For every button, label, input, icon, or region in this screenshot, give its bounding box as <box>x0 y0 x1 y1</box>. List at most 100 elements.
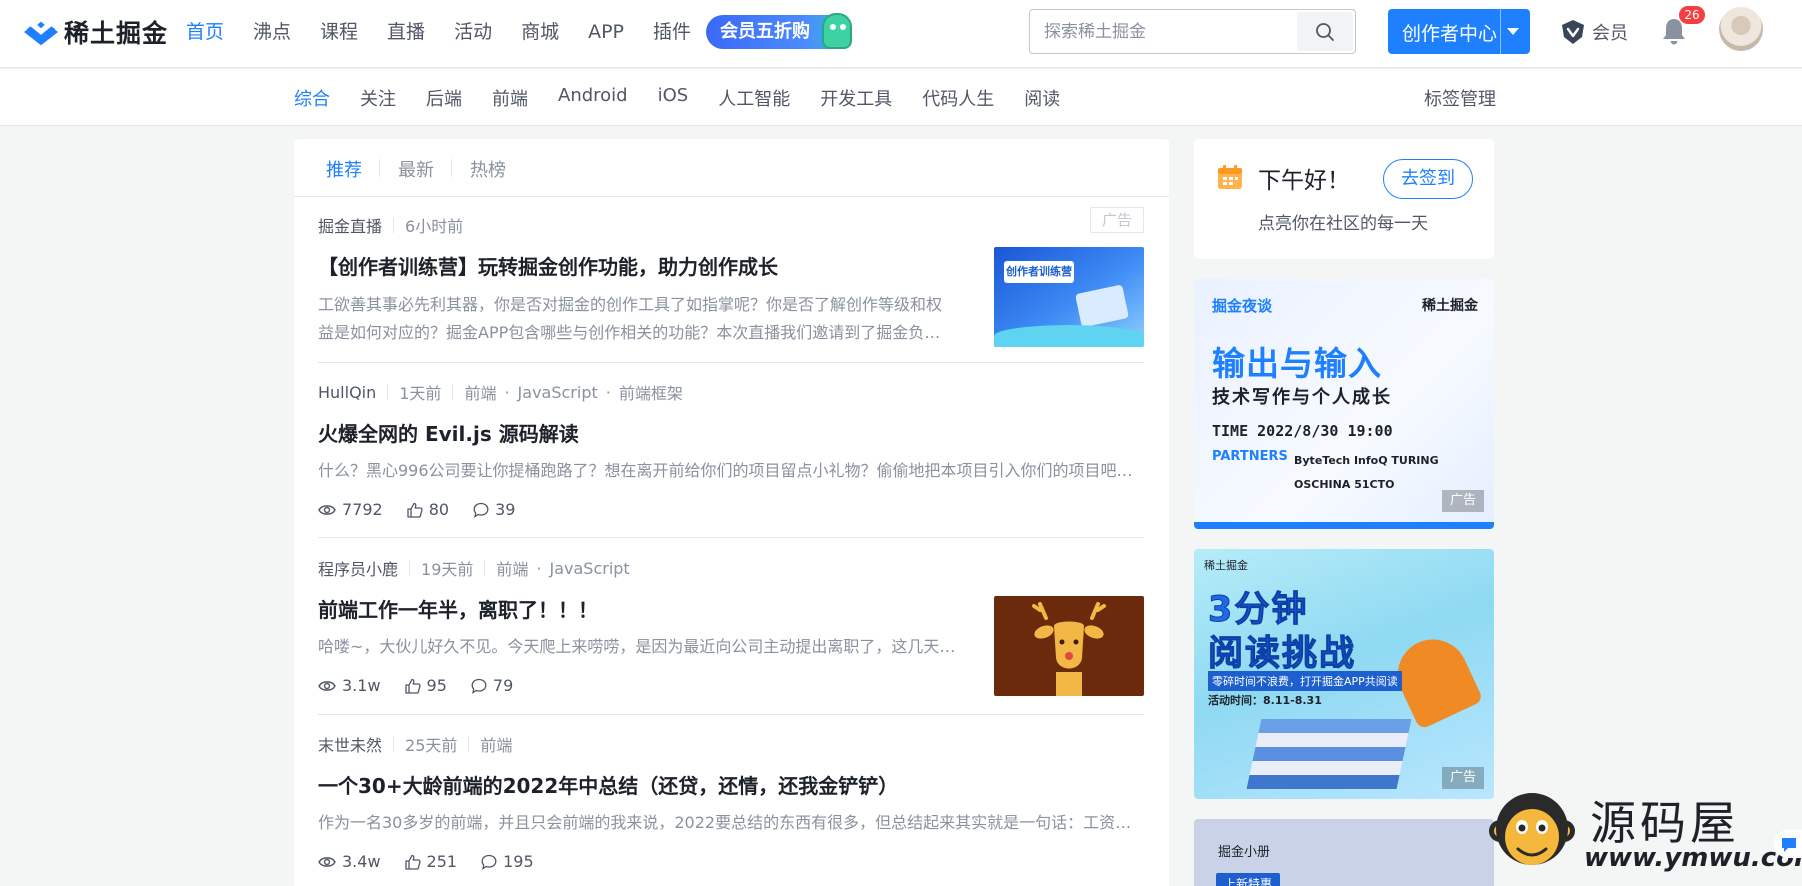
member-label: 会员 <box>1592 23 1628 44</box>
list-item[interactable]: 程序员小鹿 19天前 前端 · JavaScript 前端工作一年半，离职了！！… <box>318 556 1144 715</box>
calendar-icon <box>1218 165 1242 189</box>
meta-divider <box>387 384 389 400</box>
chat-bubble-icon <box>1782 838 1796 852</box>
like-button[interactable]: 251 <box>404 852 457 871</box>
tab-latest[interactable]: 最新 <box>398 156 434 182</box>
tab-divider <box>451 159 452 177</box>
entry-title[interactable]: 一个30+大龄前端的2022年中总结（还贷，还情，还我金铲铲） <box>318 770 898 799</box>
logo[interactable]: 稀土掘金 <box>24 16 168 48</box>
check-in-button[interactable]: 去签到 <box>1383 159 1473 199</box>
entry-author[interactable]: 程序员小鹿 <box>318 556 398 580</box>
entry-title[interactable]: 火爆全网的 Evil.js 源码解读 <box>318 418 579 447</box>
entry-time: 19天前 <box>421 560 474 579</box>
ad-badge: 广告 <box>1442 490 1484 512</box>
entry-author[interactable]: 末世未然 <box>318 732 382 756</box>
category-ai[interactable]: 人工智能 <box>718 85 790 111</box>
banner-time: TIME 2022/8/30 19:00 <box>1212 422 1393 440</box>
banner-headline: 输出与输入 <box>1212 344 1382 383</box>
nav-events[interactable]: 活动 <box>454 18 492 46</box>
banner-date: 活动时间：8.11-8.31 <box>1208 694 1322 707</box>
entry-time: 6小时前 <box>405 217 464 236</box>
tab-recommended[interactable]: 推荐 <box>326 156 362 182</box>
category-nav: 综合 关注 后端 前端 Android iOS 人工智能 开发工具 代码人生 阅… <box>0 69 1802 126</box>
category-following[interactable]: 关注 <box>360 85 396 111</box>
ad-banner-reading-challenge[interactable]: 稀土掘金 3分钟 阅读挑战 零碎时间不浪费，打开掘金APP共阅读 活动时间：8.… <box>1194 549 1494 799</box>
ad-banner-night-talk[interactable]: 掘金夜谈 稀土掘金 输出与输入 技术写作与个人成长 TIME 2022/8/30… <box>1194 279 1494 529</box>
category-all[interactable]: 综合 <box>294 85 330 111</box>
signin-card: 下午好！ 点亮你在社区的每一天 去签到 <box>1194 139 1494 259</box>
category-backend[interactable]: 后端 <box>426 85 462 111</box>
view-count-value: 3.4w <box>342 852 381 871</box>
comment-icon <box>481 854 497 870</box>
nav-plugins[interactable]: 插件 <box>653 18 691 46</box>
comment-button[interactable]: 195 <box>481 852 534 871</box>
entry-tag[interactable]: JavaScript <box>550 559 630 578</box>
entry-meta: 程序员小鹿 19天前 前端 · JavaScript <box>318 556 630 580</box>
category-android[interactable]: Android <box>558 85 628 111</box>
nav-home[interactable]: 首页 <box>186 18 224 46</box>
category-reading[interactable]: 阅读 <box>1024 85 1060 111</box>
chevron-down-icon[interactable] <box>1507 28 1519 35</box>
vip-promo-button[interactable]: 会员五折购 <box>706 13 852 49</box>
banner-brand: 稀土掘金 <box>1204 559 1248 572</box>
nav-shop[interactable]: 商城 <box>521 18 559 46</box>
article-feed: 推荐 最新 热榜 掘金直播 6小时前 广告 【创作者训练营】玩转掘金创作功能，助… <box>294 139 1169 886</box>
entry-tag[interactable]: 前端框架 <box>619 380 683 404</box>
meta-divider <box>409 560 411 576</box>
tag-manage-link[interactable]: 标签管理 <box>1424 85 1496 111</box>
ad-badge: 广告 <box>1442 767 1484 789</box>
category-frontend[interactable]: 前端 <box>492 85 528 111</box>
like-count: 80 <box>428 500 450 519</box>
banner-pill: 上新特惠 <box>1216 873 1281 886</box>
ad-banner-booklet[interactable]: 掘金小册 上新特惠 <box>1194 819 1494 886</box>
entry-abstract[interactable]: 哈喽~，大伙儿好久不见。今天爬上来唠唠，是因为最近向公司主动提出离职了，这几天… <box>318 633 958 661</box>
entry-title[interactable]: 前端工作一年半，离职了！！！ <box>318 594 598 623</box>
list-item[interactable]: 掘金直播 6小时前 广告 【创作者训练营】玩转掘金创作功能，助力创作成长 工欲善… <box>318 207 1144 363</box>
entry-abstract[interactable]: 什么？黑心996公司要让你提桶跑路了？想在离开前给你们的项目留点小礼物？偷偷地把… <box>318 457 1144 485</box>
entry-author[interactable]: HullQin <box>318 383 376 402</box>
comment-button[interactable]: 79 <box>471 676 513 695</box>
entry-abstract[interactable]: 作为一名30多岁的前端，并且只会前端的我来说，2022要总结的东西有很多，但总结… <box>318 809 1144 837</box>
like-button[interactable]: 95 <box>404 676 447 695</box>
nav-app[interactable]: APP <box>588 18 624 46</box>
entry-title[interactable]: 【创作者训练营】玩转掘金创作功能，助力创作成长 <box>318 251 778 280</box>
avatar[interactable] <box>1719 7 1763 51</box>
nav-pins[interactable]: 沸点 <box>253 18 291 46</box>
chat-button[interactable] <box>1774 830 1802 858</box>
list-item[interactable]: 末世未然 25天前 前端 一个30+大龄前端的2022年中总结（还贷，还情，还我… <box>318 732 1144 886</box>
entry-thumbnail[interactable]: 创作者训练营 <box>994 247 1144 347</box>
entry-author[interactable]: 掘金直播 <box>318 213 382 237</box>
list-item[interactable]: HullQin 1天前 前端 · JavaScript · 前端框架 火爆全网的… <box>318 380 1144 538</box>
thumbnail-wave <box>994 325 1144 347</box>
thumbnail-illustration <box>1074 284 1130 328</box>
search-input[interactable] <box>1030 10 1298 53</box>
nav-live[interactable]: 直播 <box>387 18 425 46</box>
entry-thumbnail[interactable] <box>994 596 1144 696</box>
category-career[interactable]: 代码人生 <box>922 85 994 111</box>
like-button[interactable]: 80 <box>407 500 449 519</box>
entry-time: 1天前 <box>399 384 442 403</box>
comment-count: 195 <box>503 852 534 871</box>
tab-hot[interactable]: 热榜 <box>470 156 506 182</box>
entry-tag[interactable]: JavaScript <box>518 383 598 402</box>
comment-icon <box>471 678 487 694</box>
entry-abstract[interactable]: 工欲善其事必先利其器，你是否对掘金的创作工具了如指掌呢？你是否了解创作等级和权 … <box>318 291 958 347</box>
category-ios[interactable]: iOS <box>658 85 689 111</box>
feed-tabs: 推荐 最新 热榜 <box>294 139 1169 197</box>
creator-center-button[interactable]: 创作者中心 <box>1388 9 1530 54</box>
thumbs-up-icon <box>407 502 423 518</box>
member-link[interactable]: 会员 <box>1560 19 1628 45</box>
thumbs-up-icon <box>404 678 421 694</box>
comment-button[interactable]: 39 <box>473 500 515 519</box>
nav-courses[interactable]: 课程 <box>320 18 358 46</box>
banner-headline: 阅读挑战 <box>1207 634 1357 675</box>
view-count: 3.1w <box>318 676 381 695</box>
entry-tag[interactable]: 前端 <box>464 380 496 404</box>
entry-tag[interactable]: 前端 <box>496 556 528 580</box>
category-devtools[interactable]: 开发工具 <box>820 85 892 111</box>
entry-tag[interactable]: 前端 <box>480 732 512 756</box>
greeting-text: 下午好！ <box>1258 168 1350 194</box>
search-button[interactable] <box>1297 12 1353 51</box>
banner-subtitle: 零碎时间不浪费，打开掘金APP共阅读 <box>1208 671 1402 691</box>
tag-separator: · <box>605 382 611 402</box>
